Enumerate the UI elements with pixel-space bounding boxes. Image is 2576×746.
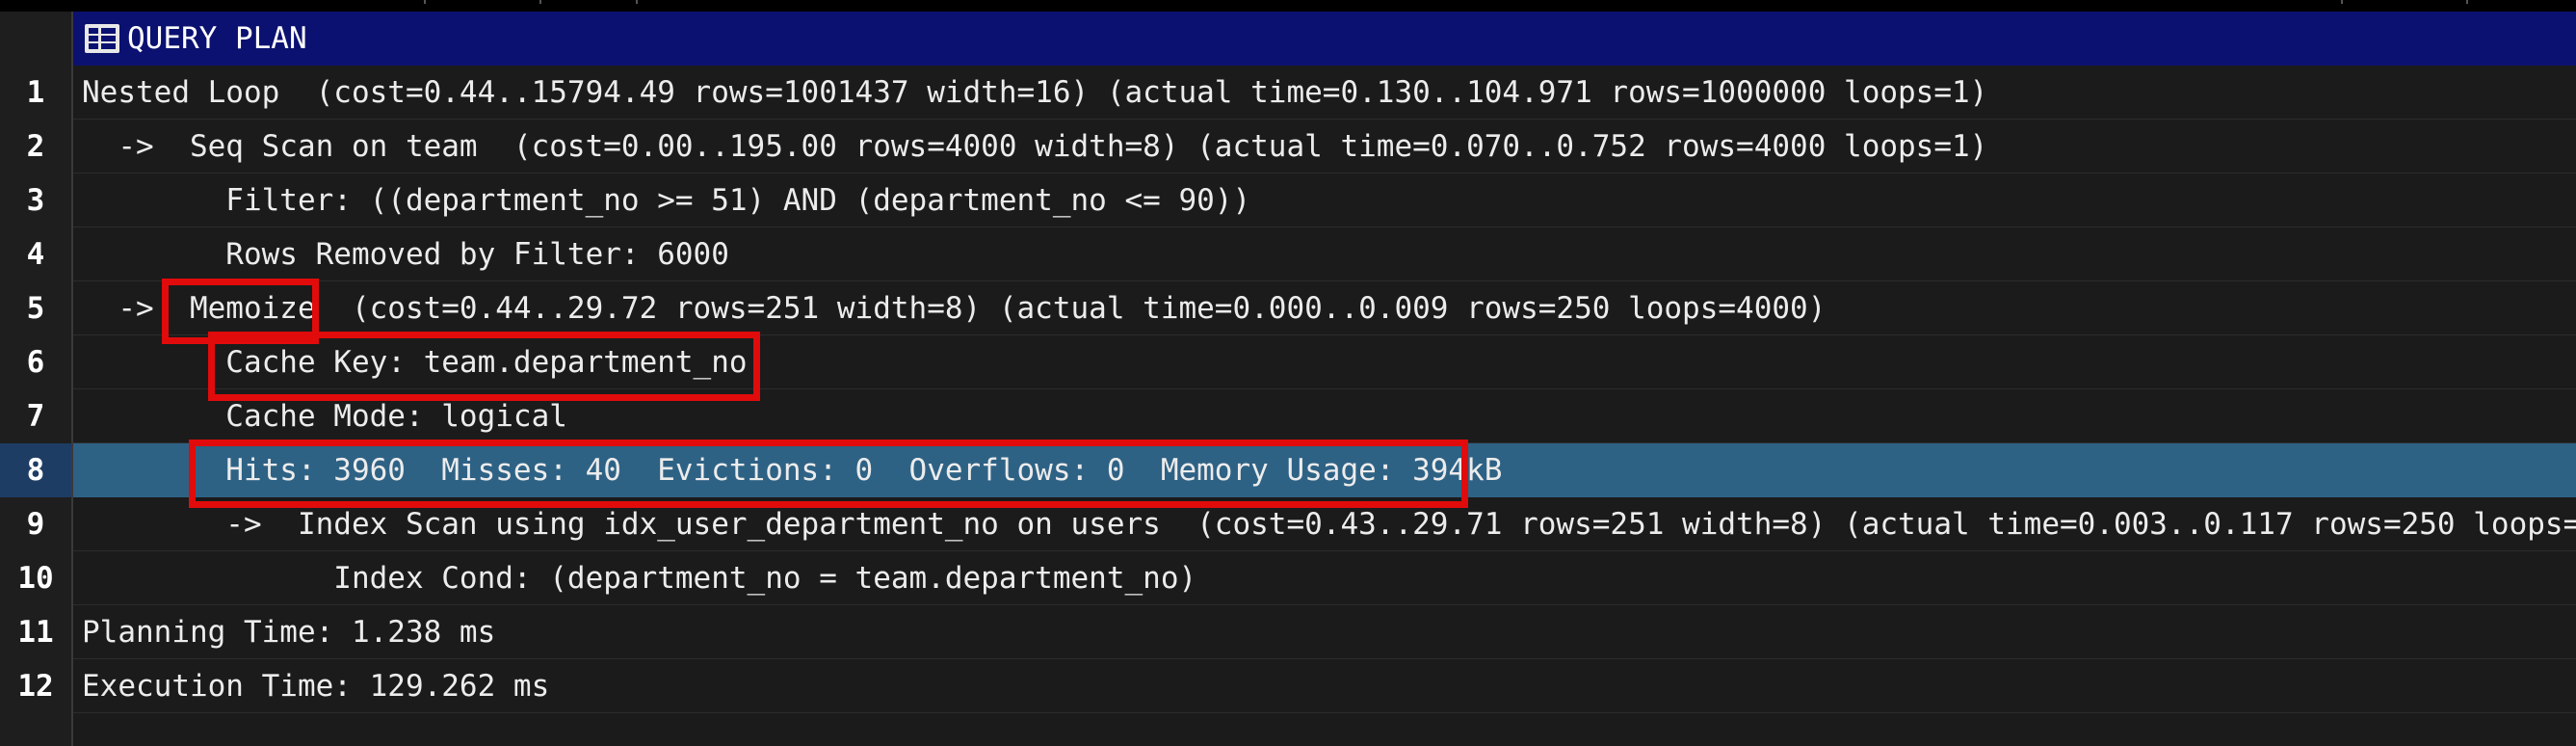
query-plan-cell[interactable]: -> Memoize (cost=0.44..29.72 rows=251 wi… — [73, 281, 2576, 335]
table-row[interactable]: 7 Cache Mode: logical — [0, 389, 2576, 443]
query-plan-cell[interactable]: Rows Removed by Filter: 6000 — [73, 227, 2576, 281]
row-number[interactable]: 8 — [0, 443, 73, 497]
query-plan-cell[interactable]: Cache Key: team.department_no — [73, 335, 2576, 389]
row-number[interactable]: 9 — [0, 497, 73, 551]
column-header-label: QUERY PLAN — [127, 21, 307, 56]
column-divider-tick — [2466, 0, 2468, 4]
row-number[interactable]: 5 — [0, 281, 73, 335]
row-number[interactable]: 1 — [0, 66, 73, 120]
table-row[interactable]: 4 Rows Removed by Filter: 6000 — [0, 227, 2576, 281]
column-divider-tick — [636, 0, 638, 4]
query-plan-cell[interactable]: Nested Loop (cost=0.44..15794.49 rows=10… — [73, 66, 2576, 120]
column-divider-tick — [539, 0, 541, 4]
table-row[interactable]: 8 Hits: 3960 Misses: 40 Evictions: 0 Ove… — [0, 443, 2576, 497]
column-divider-tick — [2341, 0, 2343, 4]
row-number[interactable]: 7 — [0, 389, 73, 443]
query-plan-cell[interactable]: Hits: 3960 Misses: 40 Evictions: 0 Overf… — [73, 443, 2576, 497]
table-grid-icon — [85, 24, 119, 53]
query-plan-cell[interactable]: -> Seq Scan on team (cost=0.00..195.00 r… — [73, 120, 2576, 173]
column-divider-tick — [424, 0, 426, 4]
row-number-corner[interactable] — [0, 12, 73, 66]
row-number[interactable]: 6 — [0, 335, 73, 389]
column-header-query-plan[interactable]: QUERY PLAN — [73, 12, 2576, 66]
row-number[interactable]: 4 — [0, 227, 73, 281]
query-plan-cell[interactable]: Index Cond: (department_no = team.depart… — [73, 551, 2576, 605]
grid-empty-area — [0, 713, 2576, 746]
query-plan-cell[interactable]: Planning Time: 1.238 ms — [73, 605, 2576, 659]
row-number[interactable]: 12 — [0, 659, 73, 713]
table-row[interactable]: 12 Execution Time: 129.262 ms — [0, 659, 2576, 713]
query-plan-cell[interactable]: -> Index Scan using idx_user_department_… — [73, 497, 2576, 551]
table-row[interactable]: 3 Filter: ((department_no >= 51) AND (de… — [0, 173, 2576, 227]
query-plan-cell[interactable]: Execution Time: 129.262 ms — [73, 659, 2576, 713]
query-plan-cell[interactable]: Filter: ((department_no >= 51) AND (depa… — [73, 173, 2576, 227]
table-row[interactable]: 6 Cache Key: team.department_no — [0, 335, 2576, 389]
row-number-gutter — [0, 713, 73, 746]
table-row[interactable]: 5 -> Memoize (cost=0.44..29.72 rows=251 … — [0, 281, 2576, 335]
row-number[interactable]: 10 — [0, 551, 73, 605]
table-row[interactable]: 1 Nested Loop (cost=0.44..15794.49 rows=1… — [0, 66, 2576, 120]
table-row[interactable]: 10 Index Cond: (department_no = team.dep… — [0, 551, 2576, 605]
row-number[interactable]: 11 — [0, 605, 73, 659]
table-row[interactable]: 9 -> Index Scan using idx_user_departmen… — [0, 497, 2576, 551]
row-number[interactable]: 3 — [0, 173, 73, 227]
window-top-edge — [0, 0, 2576, 12]
table-row[interactable]: 2 -> Seq Scan on team (cost=0.00..195.00… — [0, 120, 2576, 173]
query-plan-cell[interactable]: Cache Mode: logical — [73, 389, 2576, 443]
row-number[interactable]: 2 — [0, 120, 73, 173]
grid-header: QUERY PLAN — [0, 12, 2576, 66]
table-row[interactable]: 11 Planning Time: 1.238 ms — [0, 605, 2576, 659]
